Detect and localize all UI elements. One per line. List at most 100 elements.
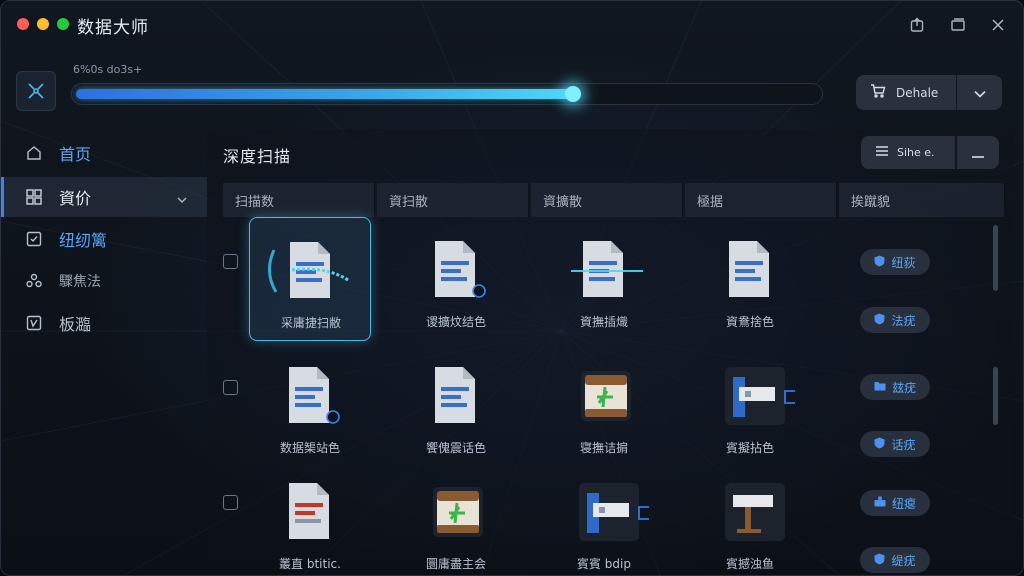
file-name: 資撫插熾 bbox=[579, 315, 628, 329]
sort-button-label: Sihe e. bbox=[897, 146, 935, 159]
main-panel: 深度扫描 Sihe e. 扫描数 資扫散 資擴散 極据 挨蹴貌 采庸捷扫敝 谡擴… bbox=[207, 129, 1013, 573]
row-checkbox[interactable] bbox=[223, 495, 238, 510]
app-window: 数据大师 6%0s do3s+ Dehale 首页 資价 纽纫篱 驟焦法 板瀶 … bbox=[0, 0, 1024, 576]
sidebar-item-label: 資价 bbox=[59, 189, 92, 208]
users-icon bbox=[874, 496, 886, 510]
progress-knob[interactable] bbox=[565, 86, 581, 102]
archive-icon bbox=[579, 481, 652, 541]
action-dropdown-button[interactable] bbox=[957, 75, 1002, 110]
file-name: 賓撼浊鱼 bbox=[725, 557, 774, 571]
action-button[interactable]: Dehale bbox=[856, 75, 956, 110]
sidebar-item-label: 驟焦法 bbox=[59, 274, 101, 290]
tag-label: 法疣 bbox=[891, 313, 916, 328]
file-tile[interactable]: 賓撼浊鱼 bbox=[689, 459, 811, 575]
pdf-file-icon bbox=[285, 481, 335, 539]
grid-icon bbox=[25, 188, 43, 206]
column-header[interactable]: 挨蹴貌 bbox=[839, 183, 1005, 217]
tag-button[interactable]: 话疣 bbox=[860, 431, 930, 457]
tag-button[interactable]: 缇疣 bbox=[860, 547, 930, 573]
close-traffic-button[interactable] bbox=[17, 18, 29, 30]
column-header[interactable]: 資扫散 bbox=[377, 183, 529, 217]
tag-button[interactable]: 法疣 bbox=[860, 307, 930, 333]
page-title: 深度扫描 bbox=[223, 147, 292, 166]
file-tile[interactable]: 賓賓 bdip bbox=[543, 459, 665, 575]
file-tile[interactable]: 数据榘站色 bbox=[249, 343, 371, 467]
column-header[interactable]: 資擴散 bbox=[531, 183, 683, 217]
sort-button[interactable]: Sihe e. bbox=[861, 136, 955, 169]
file-name: 圜庸盡主会 bbox=[425, 557, 486, 571]
file-icon bbox=[285, 365, 340, 424]
scanning-file-icon bbox=[571, 239, 643, 297]
row-checkbox[interactable] bbox=[223, 380, 238, 395]
cart-icon bbox=[870, 84, 886, 101]
file-name: 采庸捷扫敝 bbox=[280, 316, 341, 330]
scanning-file-icon bbox=[268, 240, 349, 298]
folder-icon bbox=[874, 380, 886, 394]
list-icon bbox=[875, 145, 889, 160]
column-header[interactable]: 極据 bbox=[685, 183, 837, 217]
chevron-down-icon bbox=[973, 83, 986, 102]
scan-app-icon bbox=[16, 71, 56, 111]
shield-icon bbox=[874, 313, 885, 328]
file-name: 資鴦捨色 bbox=[725, 315, 774, 329]
app-title: 数据大师 bbox=[77, 18, 149, 38]
checkbox-icon bbox=[25, 230, 43, 248]
sidebar-item-home[interactable]: 首页 bbox=[1, 133, 207, 173]
row-checkbox[interactable] bbox=[223, 254, 238, 269]
close-icon[interactable] bbox=[986, 13, 1010, 37]
sidebar-item-pricing[interactable]: 資价 bbox=[1, 177, 207, 217]
scan-progress-bar bbox=[71, 83, 823, 105]
collapse-button[interactable] bbox=[957, 136, 999, 169]
tag-label: 玆疣 bbox=[891, 380, 916, 395]
column-header[interactable]: 扫描数 bbox=[223, 183, 375, 217]
share-icon[interactable] bbox=[905, 13, 929, 37]
sidebar-item-users[interactable]: 驟焦法 bbox=[1, 261, 207, 301]
shield-icon bbox=[874, 553, 885, 568]
tag-button[interactable]: 纽瘪 bbox=[860, 490, 930, 516]
file-icon bbox=[725, 239, 775, 297]
file-name: 賓擬拈色 bbox=[725, 441, 774, 455]
tag-button[interactable]: 纽荻 bbox=[860, 249, 930, 275]
file-tile[interactable]: 采庸捷扫敝 bbox=[249, 217, 371, 341]
scrollbar-thumb[interactable] bbox=[993, 225, 998, 291]
file-icon bbox=[431, 239, 486, 298]
archive-icon bbox=[725, 481, 785, 541]
file-tile[interactable]: 叢直 btitic. bbox=[249, 459, 371, 575]
tag-label: 话疣 bbox=[891, 437, 916, 452]
file-name: 寝撫诘掮 bbox=[579, 441, 628, 455]
shield-icon bbox=[874, 255, 885, 270]
tag-label: 纽荻 bbox=[891, 255, 916, 270]
file-tile[interactable]: 寝撫诘掮 bbox=[543, 343, 665, 467]
zoom-traffic-button[interactable] bbox=[57, 18, 69, 30]
file-tile[interactable]: 資鴦捨色 bbox=[689, 217, 811, 341]
chevron-down-icon[interactable] bbox=[177, 189, 187, 208]
restore-icon[interactable] bbox=[946, 13, 970, 37]
minimize-traffic-button[interactable] bbox=[37, 18, 49, 30]
package-icon bbox=[431, 481, 483, 539]
file-tile[interactable]: 資撫插熾 bbox=[543, 217, 665, 341]
scrollbar-thumb[interactable] bbox=[993, 367, 998, 425]
title-bar: 数据大师 bbox=[1, 1, 1023, 49]
package-icon bbox=[579, 365, 631, 423]
tag-label: 纽瘪 bbox=[891, 496, 916, 511]
file-tile[interactable]: 谡擴炆结色 bbox=[395, 217, 517, 341]
archive-icon bbox=[725, 365, 798, 425]
file-tile[interactable]: 賓擬拈色 bbox=[689, 343, 811, 467]
progress-fill bbox=[76, 89, 573, 99]
sidebar-item-label: 首页 bbox=[59, 145, 92, 164]
sidebar: 首页 資价 纽纫篱 驟焦法 板瀶 bbox=[1, 129, 207, 559]
tag-button[interactable]: 玆疣 bbox=[860, 374, 930, 400]
sidebar-item-tasks[interactable]: 纽纫篱 bbox=[1, 219, 207, 259]
file-tile[interactable]: 圜庸盡主会 bbox=[395, 459, 517, 575]
file-tile[interactable]: 饗傀震话色 bbox=[395, 343, 517, 467]
file-name: 賓賓 bdip bbox=[576, 557, 631, 571]
users-icon bbox=[25, 272, 43, 290]
minus-icon bbox=[972, 142, 984, 163]
sidebar-item-documents[interactable]: 板瀶 bbox=[1, 303, 207, 343]
document-icon bbox=[25, 314, 43, 332]
sidebar-item-label: 纽纫篱 bbox=[59, 231, 108, 250]
shield-icon bbox=[874, 437, 885, 452]
file-name: 谡擴炆结色 bbox=[425, 315, 486, 329]
action-button-label: Dehale bbox=[896, 85, 939, 100]
file-name: 饗傀震话色 bbox=[425, 441, 486, 455]
